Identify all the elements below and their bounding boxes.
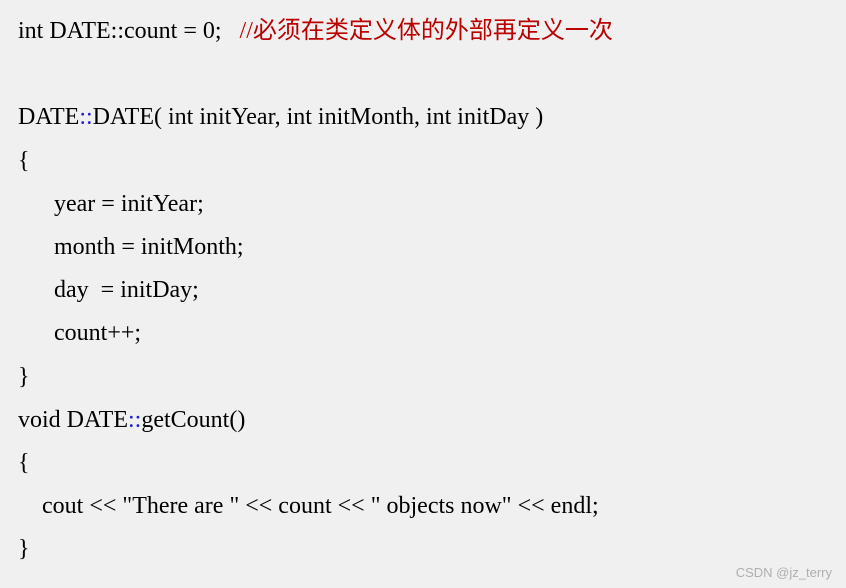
code-line-5: month = initMonth; <box>18 226 828 269</box>
code-text: int DATE::count = 0; <box>18 18 240 44</box>
code-line-6: day = initDay; <box>18 269 828 312</box>
code-text: day = initDay; <box>54 277 199 303</box>
code-line-1: int DATE::count = 0; //必须在类定义体的外部再定义一次 <box>18 10 828 53</box>
code-line-7: count++; <box>18 312 828 355</box>
code-line-2: DATE::DATE( int initYear, int initMonth,… <box>18 96 828 139</box>
scope-operator: :: <box>128 407 141 433</box>
code-line-9: void DATE::getCount() <box>18 399 828 442</box>
code-text: DATE( int initYear, int initMonth, int i… <box>93 104 544 130</box>
code-line-8: } <box>18 356 828 399</box>
code-text: month = initMonth; <box>54 234 244 260</box>
code-text: } <box>18 536 30 562</box>
code-text: } <box>18 364 30 390</box>
code-text: count++; <box>54 320 141 346</box>
code-line-11: cout << "There are " << count << " objec… <box>18 485 828 528</box>
code-block: int DATE::count = 0; //必须在类定义体的外部再定义一次 D… <box>18 10 828 571</box>
code-line-3: { <box>18 140 828 183</box>
code-text: { <box>18 450 30 476</box>
code-line-4: year = initYear; <box>18 183 828 226</box>
code-text: cout << "There are " << count << " objec… <box>42 493 599 519</box>
code-text: year = initYear; <box>54 191 204 217</box>
code-line-12: } <box>18 528 828 571</box>
code-line-10: { <box>18 442 828 485</box>
blank-line <box>18 53 828 96</box>
code-comment: //必须在类定义体的外部再定义一次 <box>240 18 613 44</box>
code-text: { <box>18 148 30 174</box>
code-text: void DATE <box>18 407 128 433</box>
watermark: CSDN @jz_terry <box>736 565 832 580</box>
code-text: getCount() <box>141 407 245 433</box>
scope-operator: :: <box>79 104 92 130</box>
code-text: DATE <box>18 104 79 130</box>
